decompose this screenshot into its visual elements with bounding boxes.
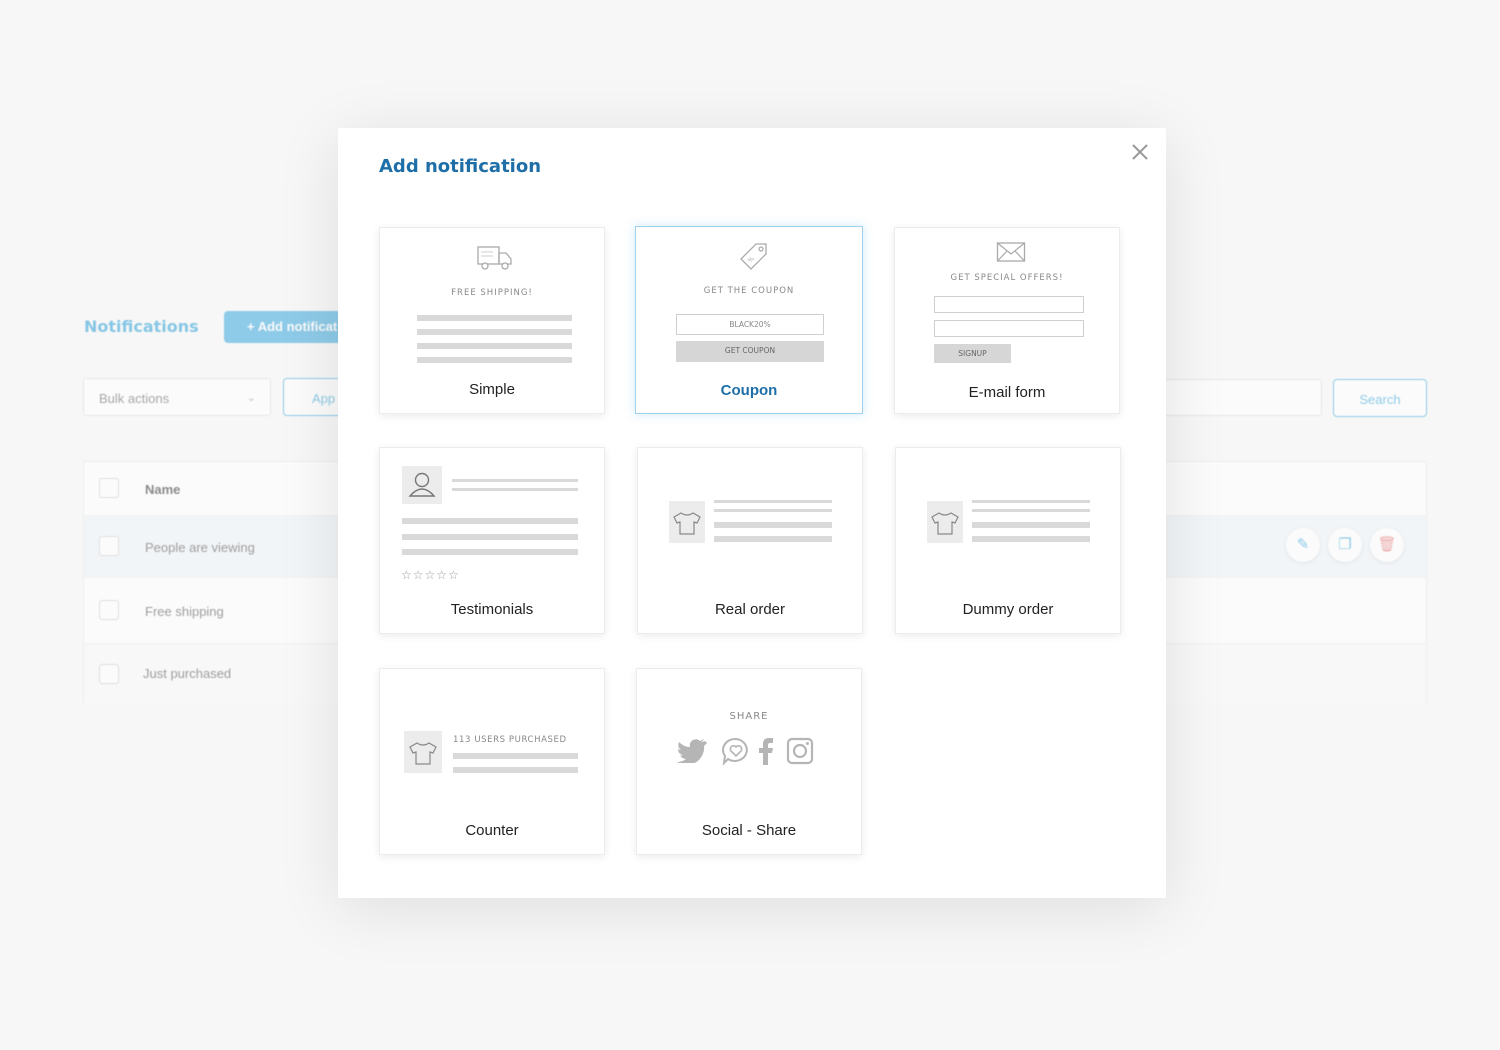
template-card-email-form[interactable]: GET SPECIAL OFFERS! SIGNUP E-mail form [894, 227, 1120, 414]
modal-title: Add notification [379, 156, 542, 177]
card-label: Real order [714, 601, 786, 618]
facebook-icon [759, 738, 773, 765]
bulk-actions-label: Bulk actions [99, 391, 170, 406]
card-label: Coupon [720, 382, 778, 399]
delete-icon[interactable]: 🗑 [1370, 528, 1404, 562]
product-thumbnail [669, 501, 705, 543]
row-checkbox[interactable] [99, 536, 119, 556]
card-label: Social - Share [701, 822, 797, 839]
preview-line [453, 753, 578, 759]
template-card-coupon[interactable]: % GET THE COUPON BLACK20% GET COUPON Cou… [635, 226, 863, 414]
card-label: Dummy order [962, 601, 1054, 618]
bulk-actions-select[interactable]: Bulk actions ⌄ [83, 378, 271, 416]
template-card-counter[interactable]: 113 USERS PURCHASED Counter [379, 668, 605, 855]
search-button[interactable]: Search [1333, 379, 1427, 417]
preview-line [402, 518, 578, 524]
preview-line [453, 767, 578, 773]
twitter-icon [677, 739, 707, 763]
speech-bubble-heart-icon [722, 737, 748, 766]
envelope-icon [996, 242, 1026, 262]
template-card-testimonials[interactable]: ☆☆☆☆☆ Testimonials [379, 447, 605, 634]
row-name: Just purchased [143, 666, 232, 681]
row-checkbox[interactable] [99, 600, 119, 620]
preview-caption: 113 USERS PURCHASED [453, 735, 567, 745]
preview-signup-button: SIGNUP [934, 344, 1011, 363]
template-card-dummy-order[interactable]: Dummy order [895, 447, 1121, 634]
product-thumbnail [927, 501, 963, 543]
card-label: Testimonials [450, 601, 534, 618]
tshirt-icon [931, 512, 959, 535]
preview-line [452, 479, 578, 482]
user-icon [408, 472, 436, 497]
close-icon[interactable] [1126, 138, 1154, 166]
chevron-down-icon: ⌄ [246, 392, 256, 404]
preview-name-field [934, 320, 1084, 337]
preview-email-field [934, 296, 1084, 313]
instagram-icon [786, 737, 814, 765]
template-card-social-share[interactable]: SHARE Social - Share [636, 668, 862, 855]
preview-coupon-code: BLACK20% [676, 314, 824, 335]
row-name: People are viewing [145, 540, 255, 555]
preview-line [417, 315, 572, 321]
product-thumbnail [404, 731, 442, 773]
card-label: Counter [465, 822, 519, 839]
tshirt-icon [409, 742, 437, 765]
truck-icon [477, 246, 512, 270]
template-card-simple[interactable]: FREE SHIPPING! Simple [379, 227, 605, 414]
preview-line [714, 509, 832, 512]
preview-caption: GET SPECIAL OFFERS! [950, 273, 1064, 283]
preview-line [402, 549, 578, 555]
column-header-name: Name [145, 482, 181, 497]
preview-line [714, 536, 832, 542]
rating-stars: ☆☆☆☆☆ [401, 568, 460, 582]
svg-text:%: % [747, 255, 756, 264]
add-notification-button[interactable]: + Add notificat [224, 311, 354, 343]
preview-line [972, 509, 1090, 512]
tshirt-icon [673, 512, 701, 535]
preview-line [402, 534, 578, 540]
preview-line [972, 500, 1090, 503]
preview-line [417, 329, 572, 335]
tag-icon: % [740, 243, 767, 270]
preview-caption: SHARE [729, 711, 769, 722]
preview-line [452, 488, 578, 491]
page-title: Notifications [84, 317, 199, 336]
select-all-checkbox[interactable] [99, 478, 119, 498]
template-card-real-order[interactable]: Real order [637, 447, 863, 634]
preview-get-coupon-button: GET COUPON [676, 341, 824, 362]
preview-caption: GET THE COUPON [703, 286, 795, 296]
preview-line [417, 357, 572, 363]
preview-line [972, 522, 1090, 528]
duplicate-icon[interactable]: ❐ [1328, 528, 1362, 562]
preview-caption: FREE SHIPPING! [451, 288, 533, 298]
preview-line [417, 343, 572, 349]
preview-line [714, 522, 832, 528]
row-checkbox[interactable] [99, 664, 119, 684]
card-label: Simple [469, 381, 515, 398]
search-input[interactable] [1160, 379, 1322, 416]
preview-line [972, 536, 1090, 542]
card-label: E-mail form [968, 384, 1046, 401]
add-notification-modal: Add notification FREE SHIPPING! Simple %… [338, 128, 1166, 898]
row-name: Free shipping [145, 604, 224, 619]
edit-icon[interactable]: ✎ [1286, 528, 1320, 562]
preview-line [714, 500, 832, 503]
avatar [402, 466, 442, 504]
